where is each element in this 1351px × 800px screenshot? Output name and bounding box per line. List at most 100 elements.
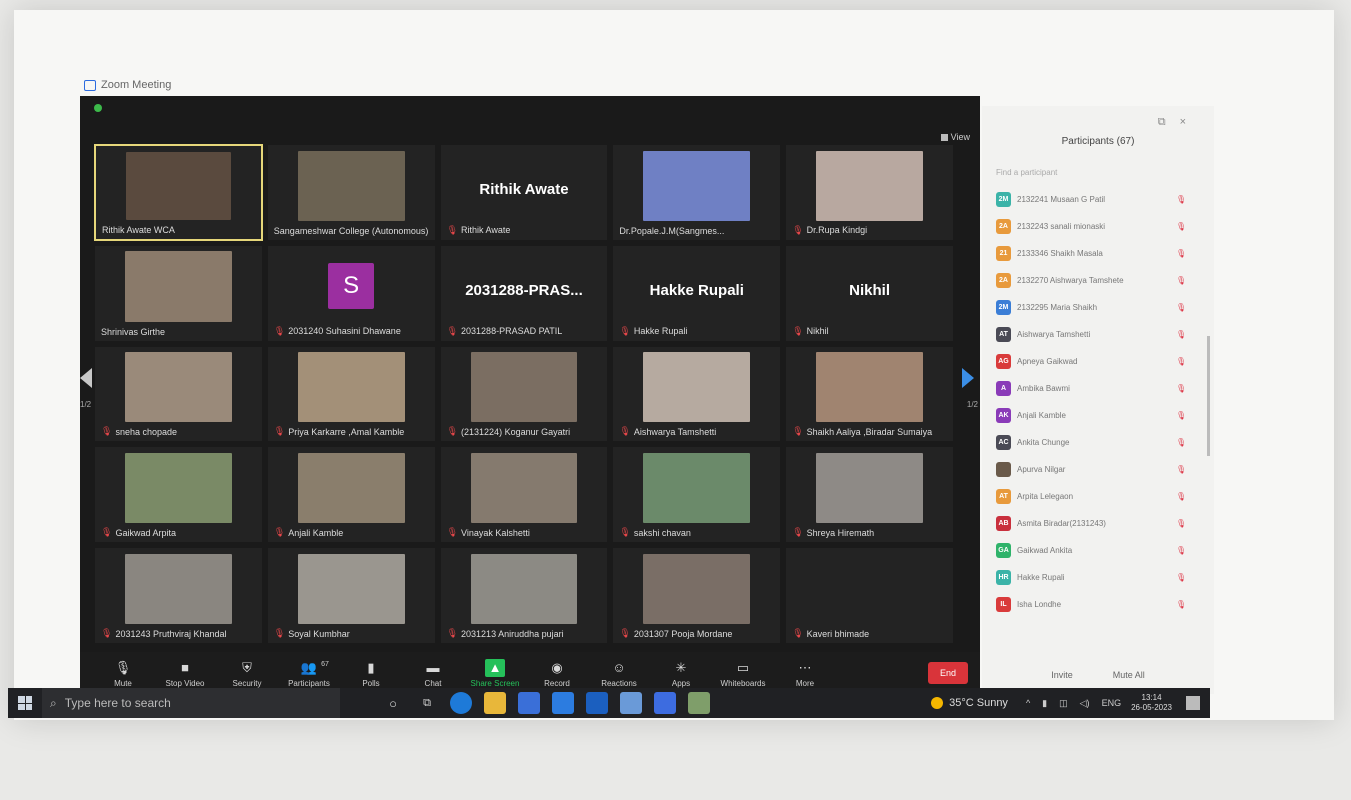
participant-name: Aishwarya Tamshetti <box>633 426 717 437</box>
video-tile[interactable]: 🎙 Anjali Kamble <box>266 446 436 544</box>
participant-row[interactable]: 2A 2132243 sanali mionaski 🎙 <box>996 213 1206 240</box>
zoom-taskbar-icon[interactable] <box>586 692 608 714</box>
end-meeting-button[interactable]: End <box>927 662 968 684</box>
video-tile[interactable]: Hakke Rupali 🎙 Hakke Rupali <box>612 244 782 342</box>
network-icon[interactable]: ◫ <box>1059 698 1068 709</box>
participant-row[interactable]: 2A 2132270 Aishwarya Tamshete 🎙 <box>996 267 1206 294</box>
muted-mic-icon: 🎙 <box>1176 492 1187 501</box>
participant-row[interactable]: 2M 2132295 Maria Shaikh 🎙 <box>996 294 1206 321</box>
video-tile[interactable]: 🎙 Soyal Kumbhar <box>266 547 436 644</box>
muted-mic-icon: 🎙 <box>1176 411 1187 420</box>
participant-name: 2031307 Pooja Mordane <box>633 628 733 639</box>
taskbar-search-box[interactable]: ⌕ Type here to search <box>42 688 340 718</box>
find-participant-input[interactable]: Find a participant <box>996 168 1057 177</box>
more-button[interactable]: ⋯ More <box>774 659 836 688</box>
panel-window-controls[interactable]: ⧉× <box>1158 116 1200 129</box>
app-icon[interactable] <box>620 692 642 714</box>
mute-all-button[interactable]: Mute All <box>1113 670 1145 680</box>
video-tile[interactable]: 🎙 Shreya Hiremath <box>785 446 954 544</box>
polls-button[interactable]: ▮ Polls <box>340 659 402 688</box>
video-tile[interactable]: 🎙 sneha chopade <box>94 345 263 443</box>
participants-scrollbar[interactable] <box>1207 336 1210 456</box>
pinned-app-icon[interactable] <box>688 692 710 714</box>
calendar-icon[interactable] <box>552 692 574 714</box>
video-tile[interactable]: Nikhil 🎙 Nikhil <box>785 244 954 342</box>
store-icon[interactable] <box>518 692 540 714</box>
video-tile[interactable]: Rithik Awate WCA <box>94 144 263 241</box>
view-button[interactable]: View <box>940 132 970 142</box>
security-button[interactable]: ⛨ Security <box>216 659 278 688</box>
participant-row[interactable]: HR Hakke Rupali 🎙 <box>996 564 1206 591</box>
participant-row[interactable]: 21 2133346 Shaikh Masala 🎙 <box>996 240 1206 267</box>
participant-row[interactable]: AC Ankita Chunge 🎙 <box>996 429 1206 456</box>
edge-browser-icon[interactable] <box>450 692 472 714</box>
weather-widget[interactable]: 35°C Sunny <box>931 697 1008 709</box>
participants-title: Participants (67) <box>1061 136 1135 147</box>
video-tile[interactable]: 🎙 2031307 Pooja Mordane <box>612 547 782 644</box>
participant-video <box>816 453 923 524</box>
video-tile[interactable]: Dr.Popale.J.M(Sangmes... <box>612 144 782 241</box>
participant-row[interactable]: IL Isha Londhe 🎙 <box>996 591 1206 618</box>
video-tile[interactable]: 🎙 2031243 Pruthviraj Khandal <box>94 547 263 644</box>
file-explorer-icon[interactable] <box>484 692 506 714</box>
video-tile[interactable]: 🎙 sakshi chavan <box>612 446 782 544</box>
chevron-up-icon[interactable]: ^ <box>1026 698 1030 708</box>
microphone-tray-icon[interactable]: ▮ <box>1042 698 1047 709</box>
video-tile[interactable]: 🎙 Priya Karkarre ,Amal Kamble <box>266 345 436 443</box>
encryption-status-icon[interactable] <box>94 104 102 112</box>
stop-video-button[interactable]: ■ Stop Video <box>154 659 216 688</box>
video-tile[interactable]: 2031288-PRAS... 🎙 2031288-PRASAD PATIL <box>439 244 609 342</box>
whiteboards-button[interactable]: ▭ Whiteboards <box>712 659 774 688</box>
video-tile[interactable]: S 🎙 2031240 Suhasini Dhawane <box>266 244 436 342</box>
toolbar-label: Participants <box>288 678 330 688</box>
participants-button[interactable]: 👥 67 Participants <box>278 659 340 688</box>
video-tile[interactable]: 🎙 Aishwarya Tamshetti <box>612 345 782 443</box>
cortana-icon[interactable]: ○ <box>382 692 404 714</box>
participant-name: Dr.Popale.J.M(Sangmes... <box>619 225 725 236</box>
participant-video <box>470 352 578 423</box>
active-window-icon[interactable] <box>654 692 676 714</box>
video-tile[interactable]: Sangameshwar College (Autonomous) <box>266 144 436 241</box>
video-tile[interactable]: Shrinivas Girthe <box>94 244 263 342</box>
language-indicator[interactable]: ENG <box>1102 698 1122 708</box>
video-tile[interactable]: 🎙 2031213 Aniruddha pujari <box>439 547 609 644</box>
video-tile[interactable]: 🎙 Dr.Rupa Kindgi <box>785 144 954 241</box>
video-tile[interactable]: 🎙 Gaikwad Arpita <box>94 446 263 544</box>
participant-row[interactable]: AK Anjali Kamble 🎙 <box>996 402 1206 429</box>
mute-button[interactable]: 🎙 Mute <box>92 659 154 688</box>
video-tile[interactable]: 🎙 Shaikh Aaliya ,Biradar Sumaiya <box>785 345 954 443</box>
muted-mic-icon: 🎙 <box>1176 303 1187 312</box>
video-tile[interactable]: 🎙 Vinayak Kalshetti <box>439 446 609 544</box>
notifications-icon[interactable] <box>1186 696 1200 710</box>
participant-name: Asmita Biradar(2131243) <box>1017 519 1106 528</box>
participant-row[interactable]: AT Aishwarya Tamshetti 🎙 <box>996 321 1206 348</box>
reactions-button[interactable]: ☺ Reactions <box>588 659 650 688</box>
video-tile[interactable]: Rithik Awate 🎙 Rithik Awate <box>439 144 609 241</box>
shield-icon: ⛨ <box>242 659 252 675</box>
participant-row[interactable]: AT Arpita Lelegaon 🎙 <box>996 483 1206 510</box>
video-tile[interactable]: 🎙 Kaveri bhimade <box>785 547 954 644</box>
participant-row[interactable]: AB Asmita Biradar(2131243) 🎙 <box>996 510 1206 537</box>
system-tray: ^ ▮ ◫ ◁) ENG <box>1026 698 1121 709</box>
participant-row[interactable]: AG Apneya Gaikwad 🎙 <box>996 348 1206 375</box>
taskbar-clock[interactable]: 13:14 26-05-2023 <box>1131 693 1172 713</box>
participant-name-label: 🎙 Hakke Rupali <box>619 326 687 337</box>
participant-row[interactable]: 2M 2132241 Musaan G Patil 🎙 <box>996 186 1206 213</box>
record-button[interactable]: ◉ Record <box>526 659 588 688</box>
apps-button[interactable]: ✳ Apps <box>650 659 712 688</box>
task-view-icon[interactable]: ⧉ <box>416 692 438 714</box>
previous-page-arrow-icon[interactable] <box>80 368 92 388</box>
muted-mic-icon: 🎙 <box>446 527 459 538</box>
share-screen-button[interactable]: ▲ Share Screen <box>464 658 526 688</box>
participant-row[interactable]: A Ambika Bawmi 🎙 <box>996 375 1206 402</box>
invite-button[interactable]: Invite <box>1051 670 1073 680</box>
next-page-arrow-icon[interactable] <box>962 368 974 388</box>
windows-start-icon[interactable] <box>18 696 32 710</box>
participant-row[interactable]: GA Gaikwad Ankita 🎙 <box>996 537 1206 564</box>
volume-icon[interactable]: ◁) <box>1080 698 1090 709</box>
video-tile[interactable]: 🎙 (2131224) Koganur Gayatri <box>439 345 609 443</box>
participant-row[interactable]: Apurva Nilgar 🎙 <box>996 456 1206 483</box>
chat-button[interactable]: ▬ Chat <box>402 659 464 688</box>
participant-name: 2031240 Suhasini Dhawane <box>288 326 401 337</box>
participant-name: Anjali Kamble <box>1017 411 1066 420</box>
